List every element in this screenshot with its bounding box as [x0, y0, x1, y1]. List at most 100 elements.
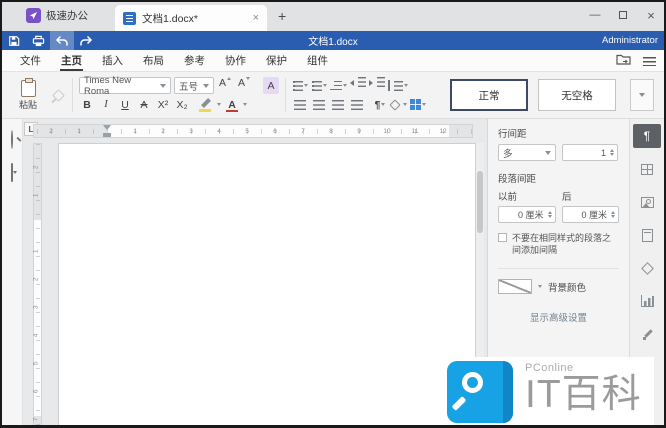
shading-button[interactable]: [391, 96, 407, 113]
format-painter-button[interactable]: [48, 74, 68, 116]
menu-item-references[interactable]: 参考: [174, 50, 215, 72]
menu-item-home[interactable]: 主页: [51, 50, 92, 72]
chevron-down-icon: [545, 151, 551, 155]
image-icon: [641, 197, 654, 208]
style-normal[interactable]: 正常: [450, 79, 528, 111]
menu-item-plugins[interactable]: 组件: [297, 50, 338, 72]
align-left-icon: [294, 100, 306, 110]
shape-settings-tab[interactable]: [633, 256, 661, 280]
magnifier-handle: [452, 396, 467, 411]
background-color-swatch[interactable]: [498, 279, 532, 294]
vertical-ruler[interactable]: 121234567: [33, 143, 42, 426]
text-art-settings-tab[interactable]: [633, 322, 661, 346]
chevron-down-icon[interactable]: [217, 103, 221, 106]
line-spacing-select[interactable]: 多: [498, 144, 556, 161]
align-center-button[interactable]: [311, 96, 327, 113]
table-icon: [641, 164, 653, 175]
close-button[interactable]: ×: [644, 8, 658, 22]
arrow-up-icon: [227, 77, 231, 80]
spinner-arrows[interactable]: [548, 211, 552, 219]
tab-close-icon[interactable]: ×: [253, 12, 259, 24]
left-indent-marker[interactable]: [103, 133, 111, 137]
spinner-arrows[interactable]: [611, 211, 615, 219]
chevron-down-icon: [304, 84, 308, 87]
horizontal-ruler[interactable]: 12123456789101112: [33, 124, 473, 138]
increase-indent-button[interactable]: [369, 77, 385, 94]
font-color-button[interactable]: A: [224, 96, 240, 113]
style-no-spacing[interactable]: 无空格: [538, 79, 616, 111]
undo-button[interactable]: [50, 31, 74, 50]
menu-item-layout[interactable]: 布局: [133, 50, 174, 72]
font-name-select[interactable]: Times New Roma: [79, 77, 171, 94]
bullet-list-icon: [293, 81, 303, 91]
menu-item-protection[interactable]: 保护: [256, 50, 297, 72]
print-button[interactable]: [26, 31, 50, 50]
spacing-after-input[interactable]: 0 厘米: [562, 206, 620, 223]
chevron-down-icon[interactable]: [538, 285, 542, 288]
underline-button[interactable]: U: [117, 96, 133, 113]
spacing-before-input[interactable]: 0 厘米: [498, 206, 556, 223]
menu-item-collaboration[interactable]: 协作: [215, 50, 256, 72]
align-left-button[interactable]: [292, 96, 308, 113]
menu-item-insert[interactable]: 插入: [92, 50, 133, 72]
minimize-button[interactable]: —: [588, 8, 602, 22]
table-settings-tab[interactable]: [633, 157, 661, 181]
lines-icon: [377, 77, 385, 87]
superscript-button[interactable]: X²: [155, 96, 171, 113]
paste-button[interactable]: 粘贴: [8, 74, 48, 116]
app-logo: 极速办公: [26, 8, 88, 23]
subscript-button[interactable]: X₂: [174, 96, 190, 113]
numbered-list-button[interactable]: [311, 77, 327, 94]
user-name: Administrator: [602, 31, 658, 50]
font-group: Times New Roma 五号 A A A B I U A X² X₂ A: [77, 74, 281, 116]
menu-item-file[interactable]: 文件: [10, 50, 51, 72]
scrollbar-thumb[interactable]: [477, 171, 483, 233]
highlight-color-button[interactable]: [198, 96, 214, 113]
chart-settings-tab[interactable]: [633, 289, 661, 313]
same-style-spacing-checkbox[interactable]: [498, 233, 507, 242]
show-marks-button[interactable]: ¶: [372, 96, 388, 113]
justify-button[interactable]: [349, 96, 365, 113]
paragraph-settings-tab[interactable]: ¶: [633, 124, 661, 148]
image-settings-tab[interactable]: [633, 190, 661, 214]
decrease-font-button[interactable]: A: [236, 77, 252, 94]
align-right-button[interactable]: [330, 96, 346, 113]
search-button[interactable]: [11, 131, 13, 149]
bold-button[interactable]: B: [79, 96, 95, 113]
ruler-number: 1: [34, 193, 41, 197]
open-file-location-button[interactable]: [616, 52, 631, 70]
chevron-down-icon: [404, 84, 408, 87]
new-tab-button[interactable]: +: [278, 8, 286, 24]
strikethrough-button[interactable]: A: [136, 96, 152, 113]
font-size-select[interactable]: 五号: [174, 77, 214, 94]
maximize-button[interactable]: [616, 8, 630, 22]
line-spacing-number-input[interactable]: 1: [562, 144, 618, 161]
document-page[interactable]: [58, 143, 476, 427]
decrease-indent-button[interactable]: [350, 77, 366, 94]
ruler-number: 2: [34, 165, 41, 169]
save-button[interactable]: [2, 31, 26, 50]
redo-button[interactable]: [74, 31, 98, 50]
italic-button[interactable]: I: [98, 96, 114, 113]
styles-gallery-expand-button[interactable]: [630, 79, 654, 111]
comments-button[interactable]: [11, 164, 13, 182]
bullet-list-button[interactable]: [292, 77, 308, 94]
header-footer-settings-tab[interactable]: [633, 223, 661, 247]
view-settings-icon[interactable]: [643, 57, 656, 66]
char-shading-button[interactable]: A: [263, 77, 279, 94]
ruler-number: 1: [34, 249, 41, 253]
advanced-settings-link[interactable]: 显示高级设置: [498, 310, 619, 324]
styles-gallery: 正常 无空格: [450, 74, 658, 116]
ruler-number: 3: [189, 129, 193, 136]
increase-font-button[interactable]: A: [217, 77, 233, 94]
line-spacing-button[interactable]: [388, 77, 408, 94]
after-label: 后: [562, 189, 572, 203]
borders-button[interactable]: [410, 96, 426, 113]
window-title: 文档1.docx: [2, 33, 664, 48]
chevron-down-icon[interactable]: [243, 103, 247, 106]
multilevel-list-button[interactable]: [330, 77, 347, 94]
document-tab[interactable]: 文档1.docx* ×: [115, 5, 267, 31]
spinner-arrows[interactable]: [610, 149, 614, 157]
first-line-indent-marker[interactable]: [103, 125, 111, 130]
spacing-before-value: 0 厘米: [518, 208, 546, 221]
